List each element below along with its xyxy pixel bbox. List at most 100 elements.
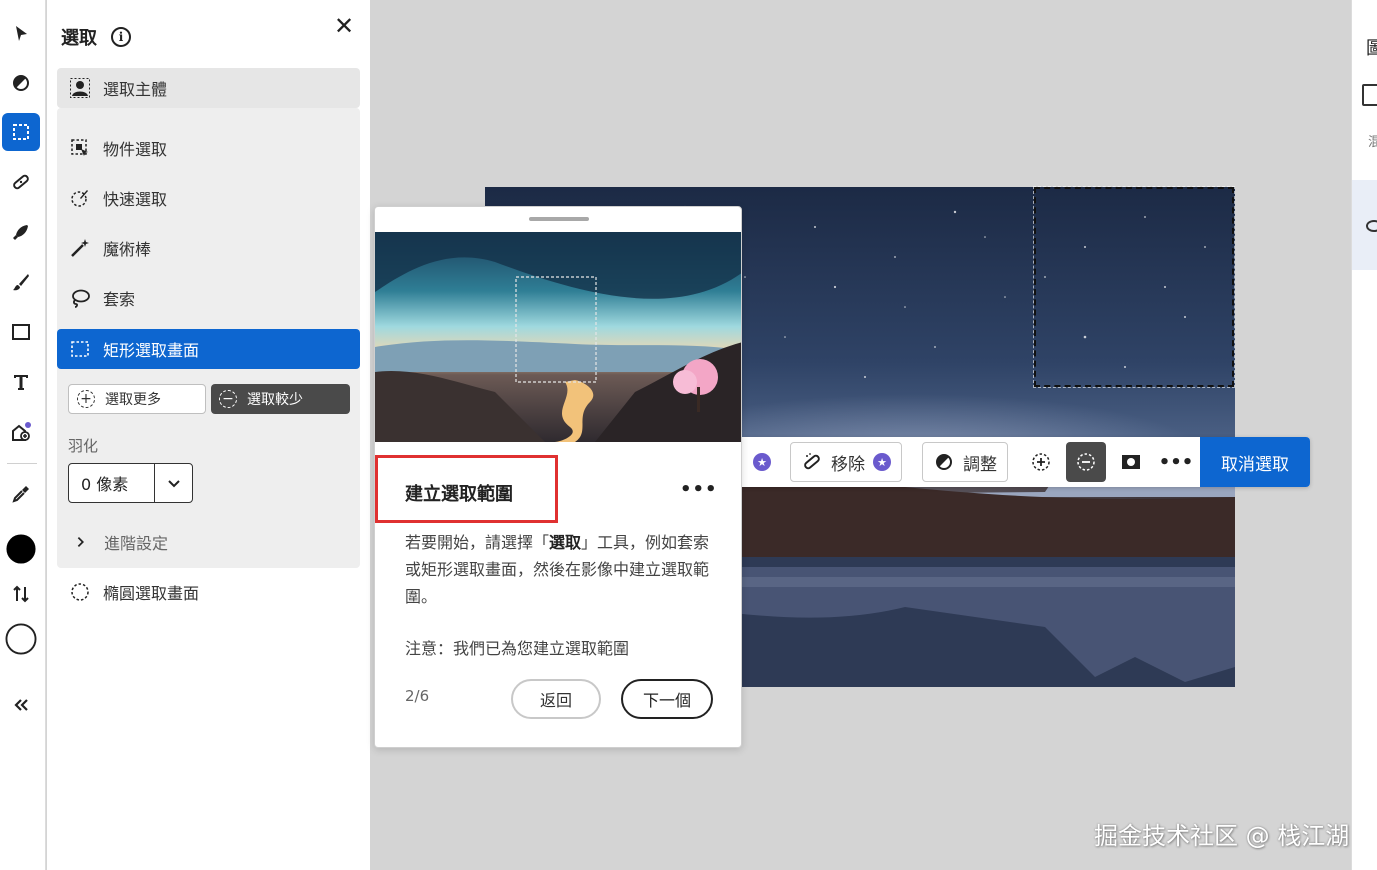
- brush-icon: [13, 274, 29, 291]
- add-circle-dashed-icon: [1032, 453, 1050, 471]
- deselect-button[interactable]: 取消選取: [1200, 437, 1310, 487]
- eye-visibility-icon[interactable]: [1366, 220, 1377, 232]
- rectangle-selection-label: 矩形選取畫面: [103, 341, 200, 360]
- contextual-task-bar: ★ 移除 ★ 調整 ••• 取消選取: [742, 437, 1310, 487]
- layer-thumbnail-icon[interactable]: [1362, 84, 1377, 106]
- half-circle-icon: [13, 75, 29, 91]
- rectangle-selection-item[interactable]: 矩形選取畫面: [57, 329, 360, 369]
- lasso-item[interactable]: 套索: [57, 278, 360, 318]
- chevron-right-icon: [77, 537, 84, 547]
- left-toolbar: [0, 0, 46, 870]
- card-note: 注意：我們已為您建立選取範圍: [405, 639, 630, 658]
- add-image-tool[interactable]: [2, 413, 40, 451]
- select-less-label: 選取較少: [247, 392, 303, 408]
- remove-label: 移除: [831, 454, 865, 475]
- subtract-from-selection-button[interactable]: [1066, 442, 1106, 482]
- add-to-selection-button[interactable]: [1021, 442, 1061, 482]
- feather-label: 羽化: [68, 437, 99, 455]
- heal-tool[interactable]: [2, 163, 40, 201]
- select-subject-button[interactable]: 選取主體: [57, 68, 360, 108]
- remove-button[interactable]: 移除 ★: [790, 442, 902, 482]
- selection-marquee[interactable]: [1033, 186, 1235, 388]
- mask-button[interactable]: [1111, 442, 1151, 482]
- brush-tool[interactable]: [2, 263, 40, 301]
- lasso-label: 套索: [103, 290, 136, 309]
- subtract-circle-icon: −: [219, 390, 237, 408]
- select-more-button[interactable]: + 選取更多: [68, 384, 206, 414]
- drag-handle[interactable]: [529, 217, 589, 221]
- right-panel: 圖 混: [1351, 0, 1377, 870]
- adjust-half-circle-icon: [936, 454, 952, 470]
- text-t-icon: [14, 375, 28, 390]
- selection-tool[interactable]: [2, 113, 40, 151]
- text-tool[interactable]: [2, 363, 40, 401]
- swap-arrows-icon: [13, 585, 29, 603]
- next-button[interactable]: 下一個: [621, 679, 713, 719]
- subtract-circle-dashed-icon: [1077, 453, 1095, 471]
- adjust-button[interactable]: 調整: [922, 442, 1008, 482]
- eyedropper-tool[interactable]: [2, 475, 40, 513]
- collapse-panel-button[interactable]: [2, 686, 40, 724]
- magic-wand-icon: [71, 239, 89, 257]
- foreground-color-swatch[interactable]: [2, 530, 40, 568]
- select-subject-label: 選取主體: [103, 80, 168, 99]
- blend-label: 混: [1368, 131, 1377, 150]
- selection-panel: 選取 i ✕ 選取主體 物件選取 快速選取 魔術棒 套索 矩形選取畫面 + 選取…: [47, 0, 370, 870]
- feather-value[interactable]: 0 像素: [69, 464, 154, 502]
- toolbar-divider: [7, 463, 37, 464]
- ellipse-selection-label: 橢圓選取畫面: [103, 584, 200, 603]
- adjust-tool[interactable]: [2, 64, 40, 102]
- object-selection-label: 物件選取: [103, 140, 168, 159]
- card-body-prefix: 若要開始，請選擇「: [405, 533, 550, 552]
- card-more-icon[interactable]: •••: [680, 479, 718, 500]
- chevron-down-icon: [167, 480, 180, 488]
- right-panel-heading: 圖: [1366, 34, 1377, 60]
- ellipse-selection-item[interactable]: 橢圓選取畫面: [57, 572, 360, 612]
- panel-header: 選取 i: [61, 24, 131, 50]
- ellipse-marquee-icon: [71, 583, 89, 601]
- feather-dropdown-toggle[interactable]: [154, 464, 192, 502]
- premium-star-icon: ★: [753, 453, 771, 471]
- lasso-icon: [72, 289, 90, 308]
- select-less-button[interactable]: − 選取較少: [211, 384, 350, 414]
- background-color-swatch[interactable]: [2, 620, 40, 658]
- quick-actions-tool[interactable]: [2, 213, 40, 251]
- marquee-icon: [13, 124, 29, 140]
- fantasy-landscape-illustration: [375, 232, 741, 442]
- back-button[interactable]: 返回: [511, 679, 601, 719]
- card-body-bold: 選取: [549, 533, 582, 552]
- white-swatch-icon: [5, 623, 37, 655]
- select-more-label: 選取更多: [105, 392, 161, 408]
- quick-selection-item[interactable]: 快速選取: [57, 178, 360, 218]
- page-indicator: 2/6: [405, 687, 430, 705]
- close-icon[interactable]: ✕: [332, 12, 356, 40]
- object-selection-item[interactable]: 物件選取: [57, 128, 360, 168]
- rectangle-icon: [12, 324, 30, 340]
- rocket-icon: [13, 225, 28, 240]
- quick-selection-label: 快速選取: [103, 190, 168, 209]
- swap-colors-button[interactable]: [2, 575, 40, 613]
- move-tool[interactable]: [2, 15, 40, 53]
- feather-dropdown[interactable]: 0 像素: [68, 463, 193, 503]
- tutorial-card: 建立選取範圍 ••• 若要開始，請選擇「選取」工具，例如套索或矩形選取畫面，然後…: [374, 206, 742, 748]
- double-chevron-left-icon: [14, 699, 28, 711]
- remove-bandage-icon: [804, 453, 820, 470]
- shape-tool[interactable]: [2, 313, 40, 351]
- object-select-icon: [71, 139, 88, 156]
- person-subject-icon: [70, 78, 90, 98]
- advanced-settings-toggle[interactable]: 進階設定: [74, 530, 168, 554]
- magic-wand-item[interactable]: 魔術棒: [57, 228, 360, 268]
- card-body: 若要開始，請選擇「選取」工具，例如套索或矩形選取畫面，然後在影像中建立選取範圍。: [405, 529, 710, 610]
- more-options-icon[interactable]: •••: [1156, 442, 1196, 482]
- panel-title: 選取: [61, 28, 97, 49]
- card-title: 建立選取範圍: [405, 484, 513, 505]
- rectangle-marquee-icon: [71, 341, 89, 357]
- arrow-pointer-icon: [16, 26, 27, 41]
- bandage-icon: [13, 174, 29, 190]
- adjust-label: 調整: [963, 454, 997, 475]
- generative-fill-button[interactable]: ★: [742, 442, 782, 482]
- info-icon[interactable]: i: [111, 27, 131, 47]
- add-circle-icon: +: [77, 390, 95, 408]
- black-swatch-icon: [6, 534, 36, 564]
- tutorial-image: [375, 232, 741, 442]
